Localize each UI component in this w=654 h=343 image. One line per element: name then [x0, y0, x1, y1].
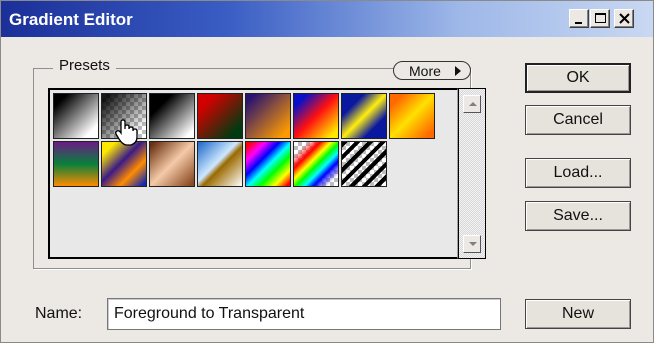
presets-label: Presets [53, 57, 116, 74]
swatch-chrome[interactable] [197, 141, 243, 187]
scroll-down-button[interactable] [463, 235, 481, 253]
right-arrow-icon [455, 66, 461, 76]
ok-button[interactable]: OK [525, 63, 631, 93]
swatch-spectrum[interactable] [245, 141, 291, 187]
swatch-copper[interactable] [149, 141, 195, 187]
swatch-yellow-violet-orange-blue[interactable] [101, 141, 147, 187]
more-label: More [409, 63, 441, 79]
preset-swatches [48, 88, 486, 260]
swatch-blue-red-yellow[interactable] [293, 93, 339, 139]
swatch-red-green[interactable] [197, 93, 243, 139]
swatch-blue-yellow-blue[interactable] [341, 93, 387, 139]
swatch-grid [48, 88, 458, 259]
swatch-orange-yellow-orange[interactable] [389, 93, 435, 139]
swatch-black-white-2[interactable] [149, 93, 195, 139]
gradient-name-input[interactable] [107, 298, 501, 330]
hand-cursor-icon [115, 119, 138, 146]
gradient-editor-window: Gradient Editor Presets More OK Cancel L… [0, 0, 654, 343]
minimize-icon[interactable] [569, 9, 589, 28]
load-button[interactable]: Load... [525, 158, 631, 188]
maximize-icon[interactable] [590, 9, 610, 28]
scroll-up-button[interactable] [463, 95, 481, 113]
save-button[interactable]: Save... [525, 201, 631, 231]
cancel-button[interactable]: Cancel [525, 105, 631, 135]
more-button[interactable]: More [393, 61, 471, 80]
swatch-transparent-rainbow[interactable] [293, 141, 339, 187]
swatch-violet-orange[interactable] [245, 93, 291, 139]
close-icon[interactable] [614, 9, 634, 28]
swatch-violet-green-orange[interactable] [53, 141, 99, 187]
swatch-transparent-stripes[interactable] [341, 141, 387, 187]
arrow-down-icon [469, 242, 477, 246]
preset-scrollbar[interactable] [458, 88, 486, 259]
window-title: Gradient Editor [9, 10, 133, 29]
arrow-up-icon [469, 102, 477, 106]
swatch-black-white[interactable] [53, 93, 99, 139]
new-button[interactable]: New [525, 299, 631, 329]
title-bar[interactable]: Gradient Editor [1, 1, 653, 37]
name-label: Name: [35, 305, 83, 322]
